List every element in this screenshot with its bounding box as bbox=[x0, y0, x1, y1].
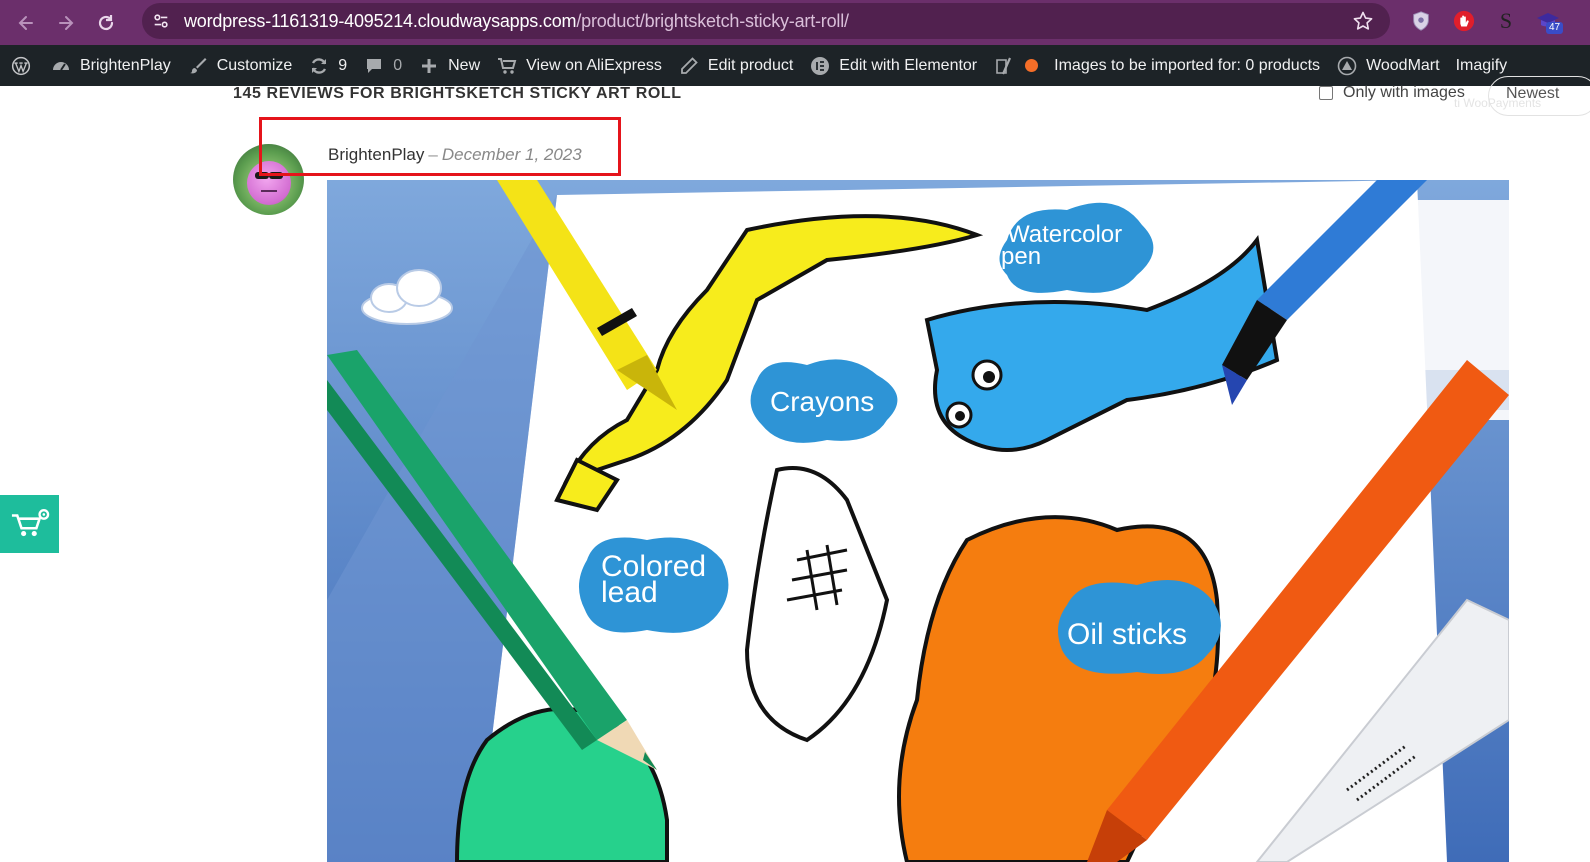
images-import-notice[interactable]: Images to be imported for: 0 products bbox=[1046, 45, 1328, 86]
reload-button[interactable] bbox=[86, 3, 126, 43]
paintbrush-icon bbox=[187, 55, 209, 77]
annotation-highlight-box bbox=[259, 117, 621, 176]
cart-settings-icon bbox=[11, 509, 49, 537]
plus-icon bbox=[418, 55, 440, 77]
comments-link[interactable]: 0 bbox=[355, 45, 410, 86]
address-bar[interactable]: wordpress-1161319-4095214.cloudwaysapps.… bbox=[142, 3, 1390, 39]
edit-with-elementor-link[interactable]: Edit with Elementor bbox=[801, 45, 985, 86]
red-hand-extension-icon[interactable] bbox=[1452, 9, 1476, 33]
woodmart-menu[interactable]: WoodMart bbox=[1328, 45, 1448, 86]
pencil-icon bbox=[678, 55, 700, 77]
only-with-images-checkbox[interactable] bbox=[1319, 86, 1333, 100]
customize-label: Customize bbox=[216, 56, 293, 74]
edit-product-link[interactable]: Edit product bbox=[670, 45, 801, 86]
updates-count: 9 bbox=[338, 56, 348, 74]
colored-lead-cloud: Colored lead bbox=[578, 537, 729, 633]
shield-extension-icon[interactable] bbox=[1409, 9, 1433, 33]
oil-sticks-label: Oil sticks bbox=[1067, 618, 1187, 651]
edit-elementor-label: Edit with Elementor bbox=[839, 56, 978, 74]
extension-badge: 47 bbox=[1546, 22, 1564, 34]
s-extension-icon[interactable]: S bbox=[1494, 8, 1518, 33]
avatar-mouth bbox=[261, 190, 277, 192]
elementor-icon bbox=[809, 55, 831, 77]
view-aliexpress-label: View on AliExpress bbox=[526, 56, 662, 74]
dashboard-gauge-icon bbox=[50, 55, 72, 77]
comment-bubble-icon bbox=[363, 55, 385, 77]
site-name-menu[interactable]: BrightenPlay bbox=[42, 45, 179, 86]
watercolor-label-line2: pen bbox=[1001, 243, 1041, 270]
crayons-label: Crayons bbox=[770, 386, 874, 417]
edit-product-label: Edit product bbox=[707, 56, 794, 74]
oil-sticks-cloud: Oil sticks bbox=[1058, 580, 1221, 674]
updates-refresh-icon bbox=[308, 55, 330, 77]
new-content-menu[interactable]: New bbox=[410, 45, 488, 86]
yoast-seo-menu[interactable] bbox=[985, 45, 1046, 86]
woodmart-label: WoodMart bbox=[1366, 56, 1440, 74]
yoast-icon bbox=[993, 55, 1015, 77]
wordpress-icon bbox=[8, 53, 34, 79]
comments-count: 0 bbox=[393, 56, 403, 74]
forward-button[interactable] bbox=[46, 3, 86, 43]
wp-admin-bar: BrightenPlay Customize 9 0 New View on A… bbox=[0, 45, 1590, 86]
seo-status-dot bbox=[1025, 59, 1039, 72]
sort-select[interactable]: Newest bbox=[1488, 76, 1590, 116]
view-on-aliexpress-link[interactable]: View on AliExpress bbox=[488, 45, 670, 86]
imagify-label: Imagify bbox=[1455, 56, 1508, 74]
only-with-images-filter[interactable]: Only with images bbox=[1319, 84, 1465, 102]
floating-cart-widget[interactable] bbox=[0, 495, 59, 553]
reload-icon bbox=[98, 14, 114, 30]
only-with-images-label: Only with images bbox=[1343, 84, 1465, 101]
site-name-label: BrightenPlay bbox=[80, 56, 171, 74]
new-label: New bbox=[448, 56, 481, 74]
art-roll-illustration: Watercolor pen Crayons Colored lead Oil … bbox=[327, 180, 1509, 862]
s-extension-letter: S bbox=[1499, 8, 1513, 33]
browser-toolbar: wordpress-1161319-4095214.cloudwaysapps.… bbox=[0, 0, 1590, 45]
import-notice-label: Images to be imported for: 0 products bbox=[1054, 56, 1321, 74]
url-text: wordpress-1161319-4095214.cloudwaysapps.… bbox=[184, 11, 849, 32]
arrow-left-icon bbox=[18, 15, 33, 30]
wordpress-logo-menu[interactable] bbox=[0, 45, 42, 86]
bookmark-star-icon[interactable] bbox=[1352, 10, 1374, 32]
cart-icon bbox=[496, 55, 518, 77]
url-host: wordpress-1161319-4095214.cloudwaysapps.… bbox=[184, 10, 577, 31]
woodmart-icon bbox=[1336, 55, 1358, 77]
customize-link[interactable]: Customize bbox=[179, 45, 301, 86]
updates-link[interactable]: 9 bbox=[300, 45, 355, 86]
arrow-right-icon bbox=[59, 15, 74, 30]
url-path: /product/brightsketch-sticky-art-roll/ bbox=[576, 10, 849, 31]
reviews-heading: 145 REVIEWS FOR BRIGHTSKETCH STICKY ART … bbox=[233, 85, 682, 102]
review-image[interactable]: Watercolor pen Crayons Colored lead Oil … bbox=[327, 180, 1509, 862]
site-info-icon[interactable] bbox=[148, 8, 174, 34]
colored-lead-label-line2: lead bbox=[601, 576, 658, 609]
back-button[interactable] bbox=[6, 3, 46, 43]
